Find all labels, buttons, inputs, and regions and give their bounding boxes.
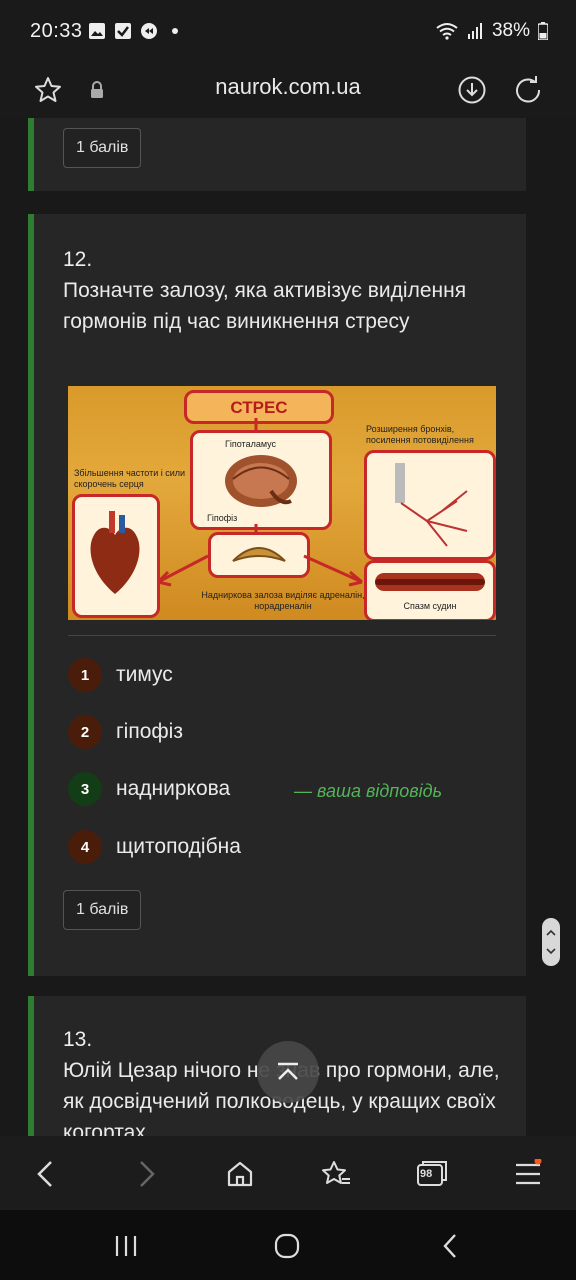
- option-number: 3: [68, 772, 102, 806]
- battery-percent: 38%: [491, 20, 530, 41]
- page-content: 1 балів 12. Позначте залозу, яка активіз…: [0, 118, 576, 1136]
- back-icon[interactable]: [26, 1154, 66, 1194]
- bookmarks-icon[interactable]: [316, 1154, 356, 1194]
- question-number: 12.: [63, 248, 93, 271]
- question-number: 13.: [63, 1028, 93, 1051]
- answer-option-2[interactable]: 2 гіпофіз: [68, 715, 183, 749]
- option-label: щитоподібна: [116, 835, 241, 858]
- signal-icon: [467, 23, 482, 39]
- option-number: 1: [68, 658, 102, 692]
- download-icon[interactable]: [452, 70, 492, 110]
- option-number: 4: [68, 830, 102, 864]
- notification-icons: [88, 22, 184, 40]
- divider: [68, 635, 496, 636]
- answer-option-1[interactable]: 1 тимус: [68, 658, 173, 692]
- browser-toolbar: naurok.com.ua: [0, 62, 576, 119]
- question-card-12: 12. Позначте залозу, яка активізує виділ…: [28, 214, 526, 976]
- scroll-handle[interactable]: [542, 918, 560, 966]
- menu-icon[interactable]: [508, 1154, 548, 1194]
- figure-arrows: [156, 418, 363, 587]
- tabs-icon[interactable]: 98: [412, 1154, 452, 1194]
- answer-option-4[interactable]: 4 щитоподібна: [68, 830, 241, 864]
- tabs-count: 98: [420, 1168, 433, 1180]
- system-nav-bar: [0, 1210, 576, 1280]
- dot-icon: [172, 28, 178, 34]
- question-card-prev: 1 балів: [28, 118, 526, 191]
- points-badge: 1 балів: [63, 128, 142, 168]
- recents-icon[interactable]: [104, 1224, 148, 1268]
- browser-bottom-bar: 98: [0, 1136, 576, 1210]
- status-time: 20:33: [30, 20, 83, 42]
- scroll-top-icon[interactable]: [257, 1041, 319, 1103]
- forward-icon[interactable]: [126, 1154, 166, 1194]
- option-number: 2: [68, 715, 102, 749]
- wifi-icon: [436, 23, 458, 40]
- option-label: надниркова: [116, 777, 231, 800]
- battery-icon: [538, 22, 548, 40]
- status-right: 38%: [436, 20, 548, 42]
- gallery-icon: [89, 23, 105, 39]
- points-badge: 1 балів: [63, 890, 142, 930]
- sync-icon: [141, 23, 157, 39]
- option-label: гіпофіз: [116, 720, 183, 743]
- home-circle-icon[interactable]: [265, 1224, 309, 1268]
- question-image: СТРЕС Гіпоталамус Гіпофіз Надниркова зал…: [68, 386, 496, 620]
- answer-option-3[interactable]: 3 надниркова: [68, 772, 230, 806]
- your-answer-label: — ваша відповідь: [294, 781, 443, 801]
- option-label: тимус: [116, 663, 173, 686]
- refresh-icon[interactable]: [508, 70, 548, 110]
- checkbox-icon: [115, 23, 131, 39]
- question-text: Позначте залозу, яка активізує виділення…: [63, 279, 467, 333]
- home-icon[interactable]: [220, 1154, 260, 1194]
- nav-back-icon[interactable]: [428, 1224, 472, 1268]
- status-bar: 20:33 38%: [0, 0, 576, 62]
